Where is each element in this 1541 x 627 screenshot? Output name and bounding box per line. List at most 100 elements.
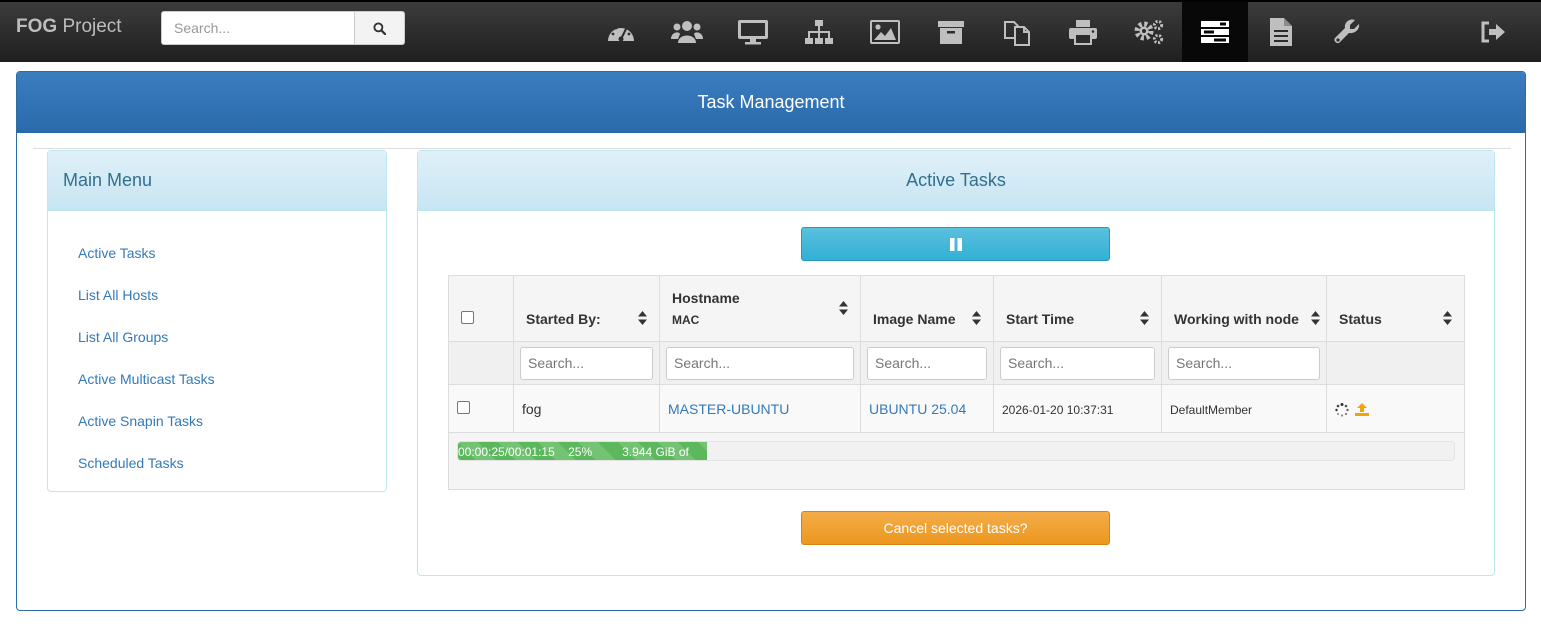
upload-icon <box>1354 403 1369 417</box>
progress-cell: 00:00:25/00:01:15 25% 3.944 GiB of <box>448 432 1465 490</box>
menu-link-active-tasks[interactable]: Active Tasks <box>78 245 156 261</box>
row-select-cell <box>448 384 514 433</box>
active-tasks-panel: Active Tasks Started By: Hostname MAC Ima… <box>417 150 1495 576</box>
desktop-icon <box>738 20 768 45</box>
logout-icon <box>1481 21 1505 43</box>
wrench-icon <box>1334 19 1360 44</box>
main-menu-panel: Main Menu Active Tasks List All Hosts Li… <box>47 150 387 492</box>
nav-dashboard[interactable] <box>588 2 654 62</box>
cancel-selected-tasks-button[interactable]: Cancel selected tasks? <box>801 511 1110 545</box>
nav-fog-configuration[interactable] <box>1314 2 1380 62</box>
active-tasks-title: Active Tasks <box>418 151 1494 211</box>
tasks-icon <box>1201 21 1229 43</box>
status-cell <box>1326 384 1465 433</box>
image-icon <box>870 20 900 44</box>
global-search-input[interactable] <box>161 11 355 45</box>
menu-item-active-snapin-tasks: Active Snapin Tasks <box>48 400 386 442</box>
menu-link-list-all-groups[interactable]: List All Groups <box>78 329 168 345</box>
hostname-link[interactable]: MASTER-UBUNTU <box>668 401 789 417</box>
sort-icon[interactable] <box>839 301 848 315</box>
main-menu-title: Main Menu <box>48 151 386 211</box>
start-time-cell: 2026-01-20 10:37:31 <box>993 384 1162 433</box>
main-menu-list: Active Tasks List All Hosts List All Gro… <box>48 211 386 484</box>
filter-cell-node <box>1161 341 1327 385</box>
header-working-node[interactable]: Working with node <box>1161 275 1327 342</box>
table-header-row: Started By: Hostname MAC Image Name Start… <box>448 275 1465 342</box>
image-name-cell: UBUNTU 25.04 <box>860 384 994 433</box>
dashboard-icon <box>608 24 634 42</box>
menu-link-list-all-hosts[interactable]: List All Hosts <box>78 287 158 303</box>
divider <box>33 148 1511 149</box>
header-select-all <box>448 275 514 342</box>
nav-snapins[interactable] <box>984 2 1050 62</box>
header-image-name[interactable]: Image Name <box>860 275 994 342</box>
menu-link-scheduled-tasks[interactable]: Scheduled Tasks <box>78 455 184 471</box>
header-status[interactable]: Status <box>1326 275 1465 342</box>
row-checkbox[interactable] <box>457 400 470 414</box>
menu-item-active-tasks: Active Tasks <box>48 232 386 274</box>
table-filter-row <box>448 341 1465 385</box>
search-icon <box>373 21 386 35</box>
filter-cell-image-name <box>860 341 994 385</box>
search-button[interactable] <box>355 11 405 45</box>
filter-started-by-input[interactable] <box>520 346 653 380</box>
sort-icon[interactable] <box>1140 311 1149 325</box>
node-cell: DefaultMember <box>1161 384 1327 433</box>
filter-cell-status <box>1326 341 1465 385</box>
image-name-link[interactable]: UBUNTU 25.04 <box>869 401 966 417</box>
menu-item-list-all-hosts: List All Hosts <box>48 274 386 316</box>
sort-icon[interactable] <box>1443 311 1452 325</box>
top-navbar: FOG Project <box>0 0 1541 62</box>
sort-icon[interactable] <box>972 311 981 325</box>
nav-images[interactable] <box>852 2 918 62</box>
cogs-icon <box>1134 19 1164 45</box>
nav-printers[interactable] <box>1050 2 1116 62</box>
menu-link-active-multicast-tasks[interactable]: Active Multicast Tasks <box>78 371 215 387</box>
menu-item-list-all-groups: List All Groups <box>48 316 386 358</box>
filter-start-time-input[interactable] <box>1000 346 1155 380</box>
filter-image-name-input[interactable] <box>867 346 987 380</box>
nav-tasks[interactable] <box>1182 2 1248 62</box>
pause-icon <box>949 237 962 251</box>
filter-cell-hostname <box>659 341 861 385</box>
spinner-icon <box>1335 402 1349 417</box>
print-icon <box>1069 20 1097 45</box>
task-management-panel: Task Management Main Menu Active Tasks L… <box>16 71 1526 611</box>
brand-logo[interactable]: FOG Project <box>16 16 122 38</box>
filter-cell-start-time <box>993 341 1162 385</box>
header-started-by[interactable]: Started By: <box>513 275 660 342</box>
menu-item-active-multicast-tasks: Active Multicast Tasks <box>48 358 386 400</box>
select-all-checkbox[interactable] <box>461 311 474 324</box>
active-tasks-table: Started By: Hostname MAC Image Name Start… <box>448 275 1465 490</box>
task-progress-bar: 00:00:25/00:01:15 25% 3.944 GiB of <box>457 441 1455 461</box>
sort-icon[interactable] <box>1311 311 1320 325</box>
task-progress-text: 00:00:25/00:01:15 25% 3.944 GiB of <box>458 445 689 459</box>
nav-logout[interactable] <box>1460 2 1526 62</box>
header-start-time[interactable]: Start Time <box>993 275 1162 342</box>
header-hostname[interactable]: Hostname MAC <box>659 275 861 342</box>
filter-cell-empty <box>448 341 514 385</box>
filter-cell-started-by <box>513 341 660 385</box>
nav-hosts[interactable] <box>720 2 786 62</box>
menu-link-active-snapin-tasks[interactable]: Active Snapin Tasks <box>78 413 203 429</box>
hostname-cell: MASTER-UBUNTU <box>659 384 861 433</box>
progress-row: 00:00:25/00:01:15 25% 3.944 GiB of <box>448 432 1465 490</box>
filter-hostname-input[interactable] <box>666 346 854 380</box>
nav-storage[interactable] <box>918 2 984 62</box>
menu-item-scheduled-tasks: Scheduled Tasks <box>48 442 386 484</box>
global-search <box>161 11 405 45</box>
archive-icon <box>938 21 964 44</box>
nav-reports[interactable] <box>1248 2 1314 62</box>
table-row: fog MASTER-UBUNTU UBUNTU 25.04 2026-01-2… <box>448 384 1465 433</box>
users-icon <box>671 21 703 43</box>
nav-service-config[interactable] <box>1116 2 1182 62</box>
sort-icon[interactable] <box>638 311 647 325</box>
nav-groups[interactable] <box>786 2 852 62</box>
file-icon <box>1270 18 1292 46</box>
started-by-cell: fog <box>513 384 660 433</box>
sitemap-icon <box>805 20 833 44</box>
copy-icon <box>1004 21 1030 46</box>
nav-users[interactable] <box>654 2 720 62</box>
pause-refresh-button[interactable] <box>801 227 1110 261</box>
filter-node-input[interactable] <box>1168 346 1320 380</box>
